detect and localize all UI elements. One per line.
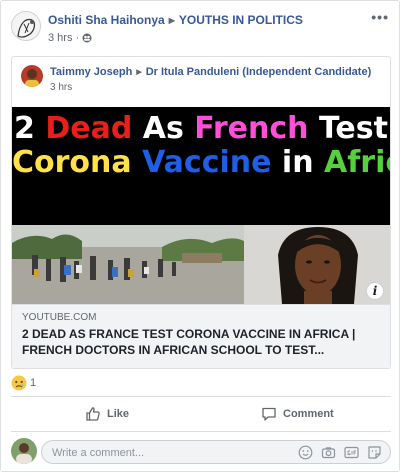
- shared-author-avatar[interactable]: [21, 65, 43, 87]
- camera-icon[interactable]: [321, 445, 336, 460]
- gif-icon[interactable]: [344, 445, 359, 460]
- shared-post-header: Taimmy Joseph ▶ Dr Itula Panduleni (Indepe…: [50, 66, 371, 78]
- comment-button[interactable]: Comment: [261, 404, 334, 424]
- author-avatar-image: [12, 12, 40, 40]
- meta-dot: ·: [75, 32, 80, 44]
- headline-word: As: [142, 111, 184, 146]
- post-header: Oshiti Sha Haihonya ▶ YOUTHS IN POLITICS: [48, 13, 303, 27]
- thumbs-up-icon: [86, 407, 100, 421]
- headline-word: Africa: [324, 145, 390, 180]
- like-label: Like: [107, 408, 130, 420]
- divider: [11, 396, 391, 397]
- comment-input[interactable]: [52, 445, 282, 460]
- video-thumbnail[interactable]: 2 Dead As French Test Corona Vaccine in …: [12, 107, 390, 304]
- headline-word: in: [281, 145, 314, 180]
- reactions-summary[interactable]: 1: [11, 375, 36, 391]
- comment-label: Comment: [283, 408, 334, 420]
- thumbnail-headline: 2 Dead As French Test Corona Vaccine in …: [12, 107, 390, 225]
- portrait-image: i: [244, 225, 390, 304]
- author-name[interactable]: Oshiti Sha Haihonya: [48, 13, 165, 27]
- comment-composer[interactable]: [41, 440, 391, 464]
- current-user-avatar[interactable]: [11, 438, 37, 464]
- sticker-icon[interactable]: [367, 445, 382, 460]
- headline-word: Corona: [12, 145, 132, 180]
- link-domain: YOUTUBE.COM: [22, 312, 97, 323]
- post-timestamp[interactable]: 3 hrs: [48, 32, 72, 44]
- like-button[interactable]: Like: [85, 404, 129, 424]
- emoji-icon[interactable]: [298, 445, 313, 460]
- share-arrow-icon: ▶: [168, 16, 175, 25]
- composer-tools: [298, 445, 382, 460]
- sad-reaction-icon: [11, 375, 27, 391]
- privacy-group-icon[interactable]: [82, 33, 92, 43]
- link-title[interactable]: 2 DEAD AS FRANCE TEST CORONA VACCINE IN …: [22, 326, 380, 358]
- reaction-count: 1: [30, 377, 37, 389]
- post-meta: 3 hrs ·: [48, 32, 92, 44]
- group-name[interactable]: YOUTHS IN POLITICS: [179, 13, 303, 27]
- current-user-avatar-image: [11, 438, 37, 464]
- divider: [11, 431, 391, 432]
- feed-post: Oshiti Sha Haihonya ▶ YOUTHS IN POLITICS 3…: [0, 0, 400, 472]
- headline-word: 2: [14, 111, 35, 146]
- info-button[interactable]: i: [366, 282, 384, 300]
- shared-author-name[interactable]: Taimmy Joseph: [50, 66, 132, 78]
- headline-line-2: Corona Vaccine in Africa: [12, 145, 390, 180]
- shared-target-name[interactable]: Dr Itula Panduleni (Independent Candidat…: [146, 66, 372, 78]
- headline-word: Dead: [45, 111, 133, 146]
- headline-word: Test: [318, 111, 388, 146]
- street-scene-image: [12, 225, 244, 304]
- author-avatar[interactable]: [11, 11, 41, 41]
- headline-word: French: [194, 111, 309, 146]
- shared-author-avatar-image: [21, 65, 43, 87]
- shared-post[interactable]: Taimmy Joseph ▶ Dr Itula Panduleni (Indepe…: [11, 56, 391, 369]
- more-options-button[interactable]: •••: [371, 9, 389, 25]
- share-arrow-icon: ▶: [136, 69, 142, 76]
- link-preview[interactable]: YOUTUBE.COM 2 DEAD AS FRANCE TEST CORONA…: [12, 304, 390, 368]
- comment-icon: [262, 407, 276, 421]
- headline-word: Vaccine: [142, 145, 272, 180]
- headline-line-1: 2 Dead As French Test: [12, 111, 390, 146]
- shared-post-timestamp[interactable]: 3 hrs: [50, 82, 72, 93]
